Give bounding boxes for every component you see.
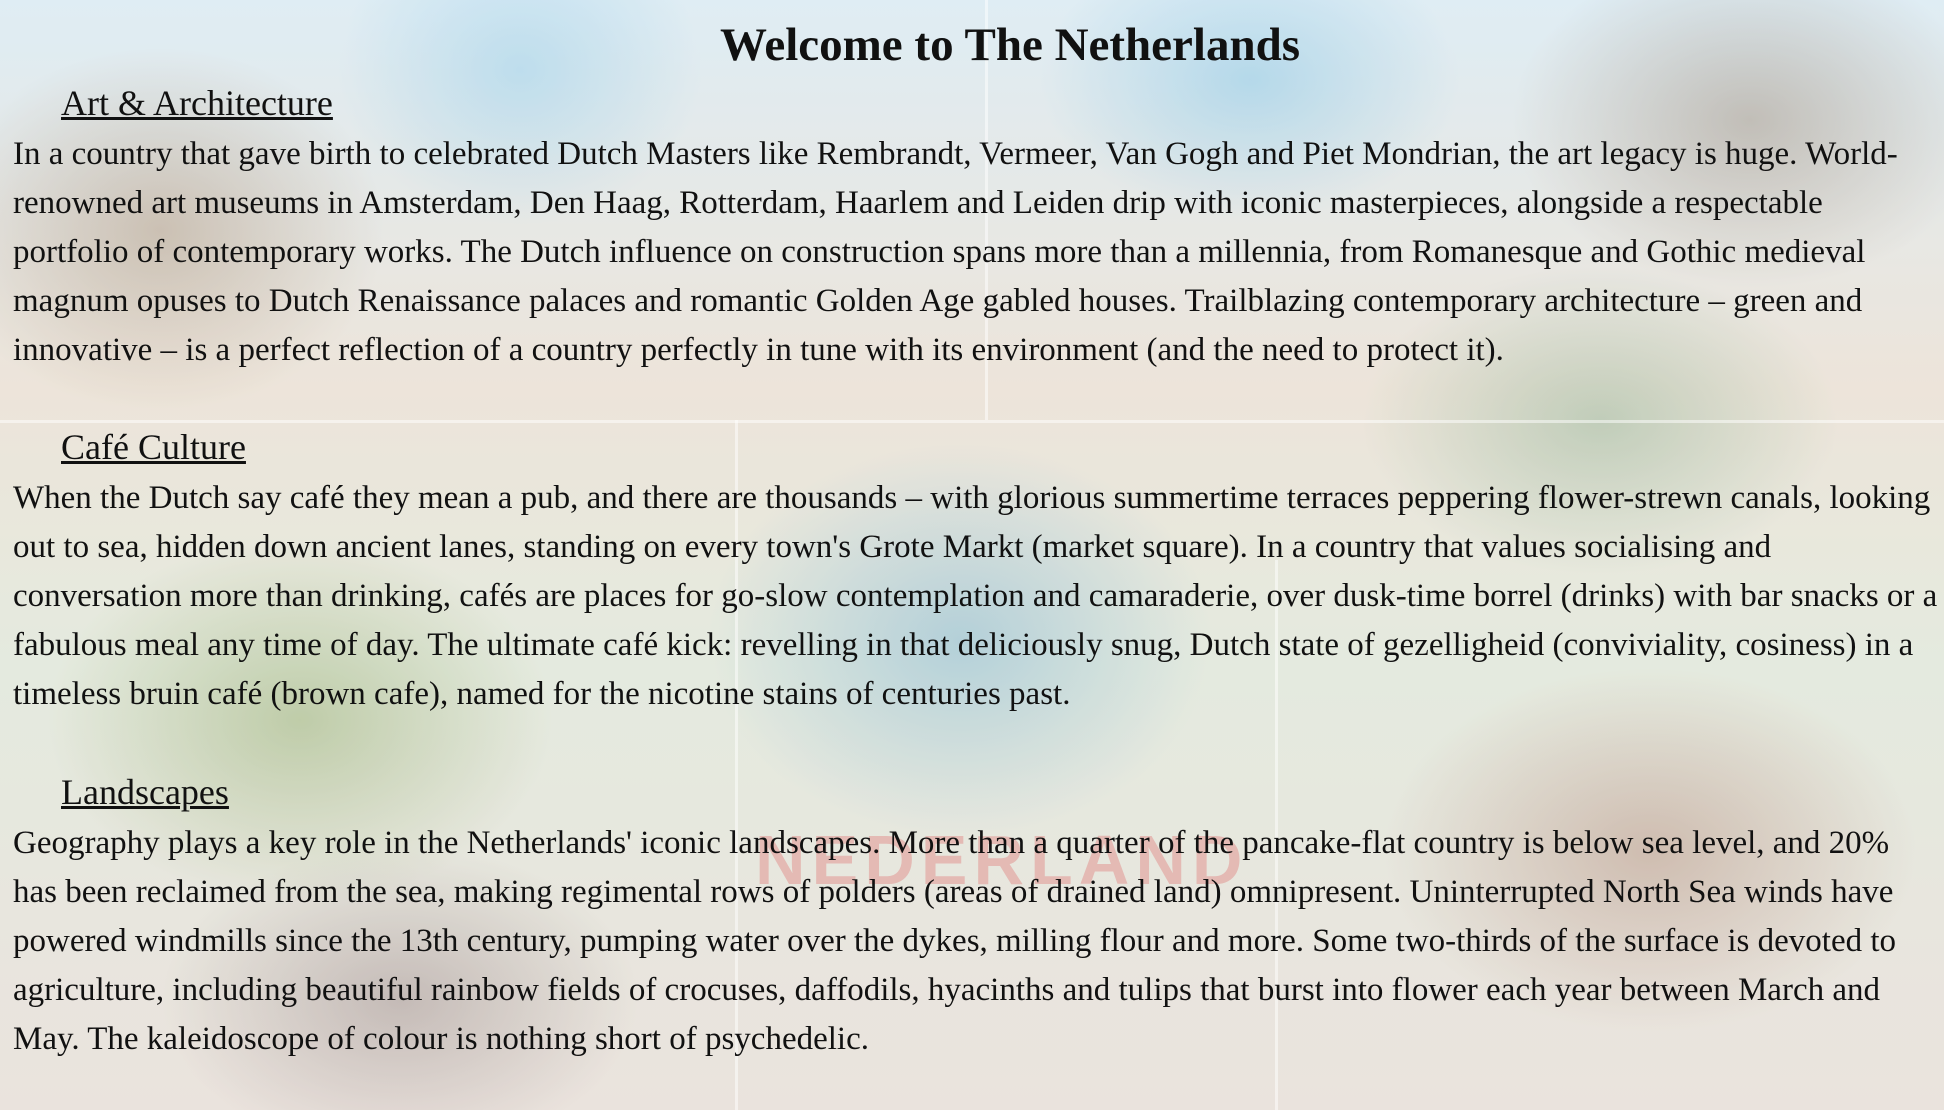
section-heading-cafe-culture: Café Culture [61, 427, 246, 467]
section-body-landscapes: Geography plays a key role in the Nether… [13, 825, 1897, 1057]
section-heading-landscapes: Landscapes [61, 772, 229, 812]
section-body-art-architecture: In a country that gave birth to celebrat… [13, 136, 1898, 368]
document-content: Welcome to The Netherlands Art & Archite… [0, 0, 1944, 1110]
section-heading-art-architecture: Art & Architecture [61, 83, 333, 123]
page-title: Welcome to The Netherlands [719, 19, 1301, 71]
section-body-cafe-culture: When the Dutch say café they mean a pub,… [13, 480, 1938, 712]
